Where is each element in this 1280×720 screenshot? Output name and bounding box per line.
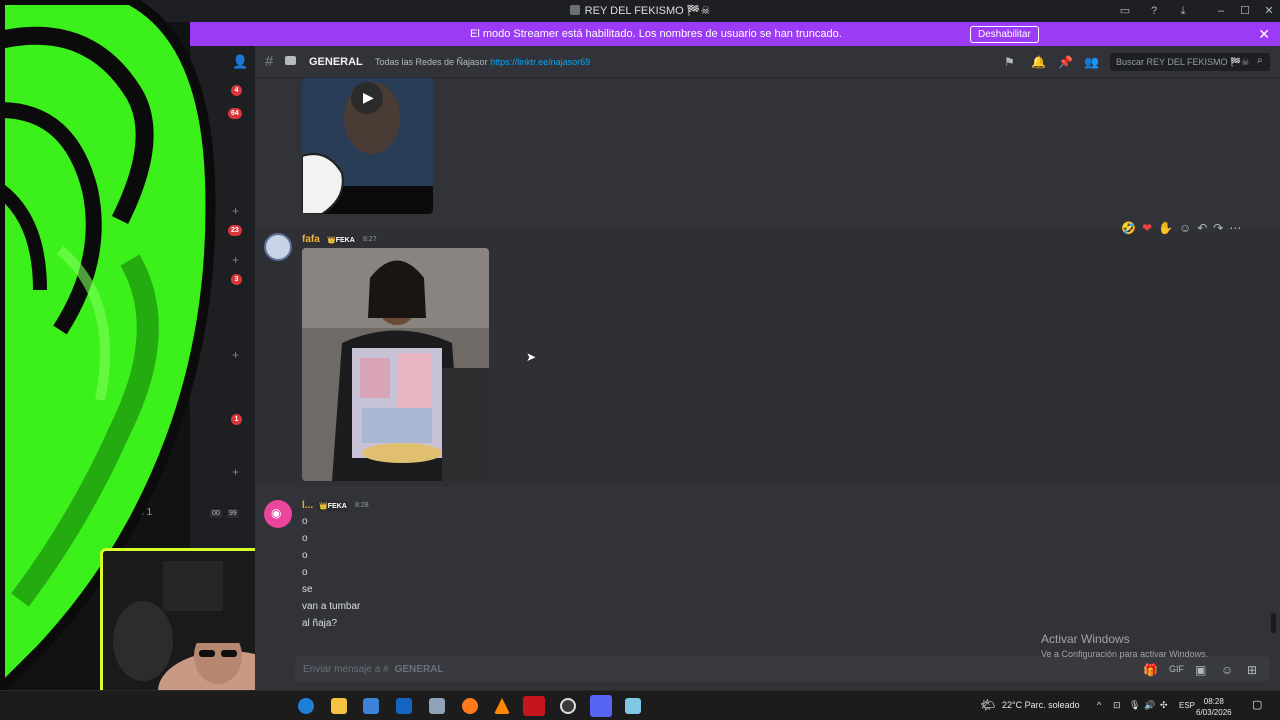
topic-link[interactable]: https://linktr.ee/najasor69 xyxy=(490,57,590,67)
message-list: ▶ 🤣 ❤ ✋ ☺ ↶ ↷ ⋯ fafa 👑FEKA 8:27 ➤ ◉ l...… xyxy=(255,78,1280,648)
download-icon[interactable]: ⤓ xyxy=(1176,4,1190,18)
window-title-text: REY DEL FEKISMO 🏁☠ xyxy=(584,5,711,17)
message-line: o xyxy=(302,550,308,561)
screen-share-icon[interactable]: ▭ xyxy=(1118,4,1132,18)
message-timestamp: 8:27 xyxy=(363,236,377,243)
firefox-icon[interactable] xyxy=(462,698,478,714)
forward-icon[interactable]: ↷ xyxy=(1213,221,1223,241)
obs-icon[interactable] xyxy=(560,698,576,714)
threads-icon[interactable] xyxy=(285,56,296,65)
gift-icon[interactable]: 🎁 xyxy=(1143,663,1158,677)
reaction-hand-icon[interactable]: ✋ xyxy=(1158,221,1173,241)
watermark-subtitle: Ve a Configuración para activar Windows. xyxy=(1041,649,1209,659)
image-attachment[interactable] xyxy=(302,248,489,481)
scrollbar-thumb[interactable] xyxy=(1271,613,1276,633)
reaction-heart-icon[interactable]: ❤ xyxy=(1142,221,1152,241)
role-tag: 👑FEKA xyxy=(317,501,349,511)
play-icon: ▶ xyxy=(363,89,374,105)
close-banner-icon[interactable]: ✕ xyxy=(1258,26,1270,43)
network-icon[interactable]: ⊡ xyxy=(1113,700,1121,711)
store-icon[interactable] xyxy=(363,698,379,714)
placeholder-text: Enviar mensaje a # xyxy=(303,664,389,675)
tray-chevron-icon[interactable]: ^ xyxy=(1097,700,1101,710)
topic-text: Todas las Redes de Ñajasor xyxy=(375,57,488,67)
edge-icon[interactable] xyxy=(298,698,314,714)
weather-text[interactable]: 22°C Parc. soleado xyxy=(1002,700,1080,710)
avatar[interactable]: ◉ xyxy=(264,500,292,528)
gif-icon[interactable]: GIF xyxy=(1169,664,1184,674)
channel-header: # GENERAL Todas las Redes de Ñajasor htt… xyxy=(255,46,1280,78)
add-reaction-icon[interactable]: ☺ xyxy=(1179,221,1191,241)
role-tag-text: FEKA xyxy=(327,503,347,510)
streamer-banner-message: El modo Streamer está habilitado. Los no… xyxy=(470,28,842,40)
role-tag-text: FEKA xyxy=(335,237,355,244)
message-author[interactable]: fafa xyxy=(302,234,320,245)
file-explorer-icon[interactable] xyxy=(331,698,347,714)
vlc-icon[interactable] xyxy=(494,698,510,714)
close-window-icon[interactable]: ✕ xyxy=(1262,4,1276,18)
role-tag: 👑FEKA xyxy=(325,235,357,245)
clock-date: 6/03/2026 xyxy=(1196,708,1232,717)
disable-streamer-button[interactable]: Deshabilitar xyxy=(970,26,1039,43)
avatar[interactable] xyxy=(264,233,292,261)
channel-hash-icon: # xyxy=(265,53,274,70)
sticker-icon[interactable]: ▣ xyxy=(1195,663,1206,677)
app-icon xyxy=(569,5,580,15)
outlook-icon[interactable] xyxy=(396,698,412,714)
reply-icon[interactable]: ↶ xyxy=(1197,221,1207,241)
help-icon[interactable]: ? xyxy=(1147,4,1161,18)
member-list-icon[interactable]: 👥 xyxy=(1084,55,1099,69)
message-timestamp: 8:28 xyxy=(355,502,369,509)
notifications-icon[interactable]: ▢ xyxy=(1252,698,1262,711)
taskbar-clock[interactable]: 08:28 6/03/2026 xyxy=(1196,696,1232,718)
message-line: o xyxy=(302,533,308,544)
message-line: o xyxy=(302,516,308,527)
threads-header-icon[interactable]: ⚑ xyxy=(1004,55,1015,69)
pinned-messages-icon[interactable]: 📌 xyxy=(1058,55,1073,69)
discord-logo-icon: ◉ xyxy=(271,506,282,520)
discord-icon[interactable] xyxy=(590,695,612,717)
channel-topic: Todas las Redes de Ñajasor https://linkt… xyxy=(375,57,590,67)
mouse-cursor: ➤ xyxy=(526,350,537,364)
windows-taskbar: 🌤 22°C Parc. soleado ^ ⊡ 🎙 🔊 ✣ ESP 08:28… xyxy=(0,690,1280,720)
message-line: o xyxy=(302,567,308,578)
weather-icon: 🌤 xyxy=(980,698,996,712)
volume-icon[interactable]: 🔊 xyxy=(1144,700,1155,711)
maximize-icon[interactable]: ☐ xyxy=(1238,4,1252,18)
message-line: al ñaja? xyxy=(302,618,338,629)
more-options-icon[interactable]: ⋯ xyxy=(1229,221,1241,241)
channel-name: GENERAL xyxy=(309,56,363,68)
opera-icon[interactable] xyxy=(523,696,545,716)
search-input[interactable]: Buscar REY DEL FEKISMO 🏁☠ xyxy=(1110,53,1270,71)
language-indicator[interactable]: ESP xyxy=(1179,701,1195,710)
streamer-mode-banner: El modo Streamer está habilitado. Los no… xyxy=(190,22,1280,46)
bluetooth-icon[interactable]: ✣ xyxy=(1160,700,1168,711)
reaction-rofl-icon[interactable]: 🤣 xyxy=(1121,221,1136,241)
watermark-title: Activar Windows xyxy=(1041,632,1130,646)
search-icon: ⌕ xyxy=(1257,55,1263,66)
message-input[interactable]: Enviar mensaje a # GENERAL 🎁 GIF ▣ ☺ ⊞ xyxy=(295,656,1270,682)
activate-windows-watermark: Activar Windows Ve a Configuración para … xyxy=(1041,632,1208,659)
app-icon[interactable] xyxy=(429,698,445,714)
minimize-icon[interactable]: – xyxy=(1214,4,1228,18)
message-author[interactable]: l... xyxy=(302,500,313,511)
microphone-icon[interactable]: 🎙 xyxy=(1129,700,1140,711)
apps-icon[interactable]: ⊞ xyxy=(1247,663,1257,677)
placeholder-channel: GENERAL xyxy=(394,664,444,675)
message-actions-toolbar: 🤣 ❤ ✋ ☺ ↶ ↷ ⋯ xyxy=(1121,221,1241,241)
app-icon[interactable] xyxy=(625,698,641,714)
play-button[interactable]: ▶ xyxy=(351,82,383,114)
message-input-placeholder: Enviar mensaje a # GENERAL xyxy=(303,664,444,675)
notification-bell-icon[interactable]: 🔔 xyxy=(1031,55,1046,69)
message-line: van a tumbar xyxy=(302,601,361,612)
message-line: se xyxy=(302,584,313,595)
clock-time: 08:28 xyxy=(1203,697,1224,706)
emoji-icon[interactable]: ☺ xyxy=(1221,663,1233,677)
